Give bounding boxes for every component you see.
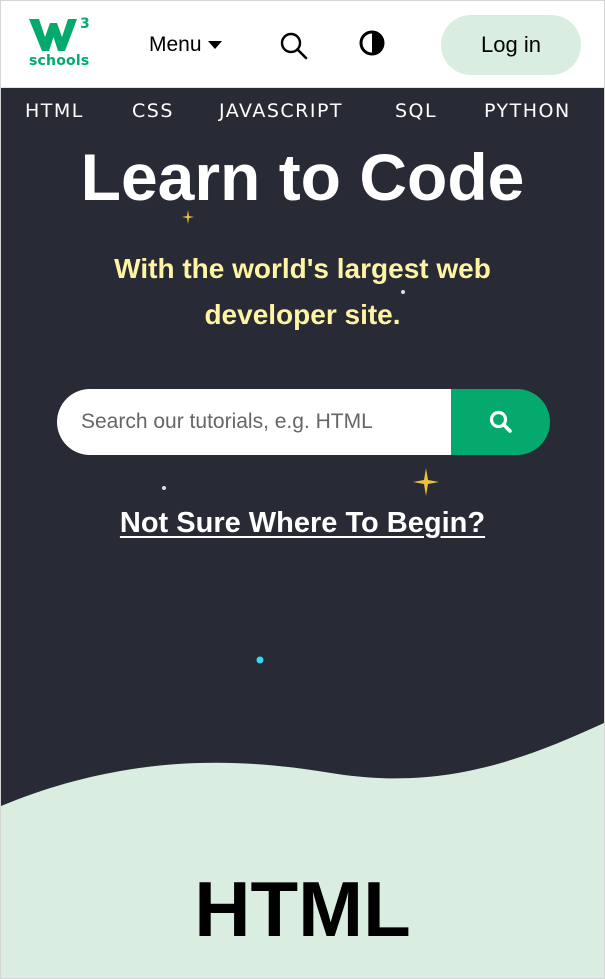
contrast-icon[interactable] [357, 28, 387, 58]
login-button[interactable]: Log in [441, 15, 581, 75]
topic-nav: HTML CSS JAVASCRIPT SQL PYTHON [1, 88, 604, 136]
search-icon[interactable] [277, 29, 311, 63]
nav-item-sql[interactable]: SQL [395, 100, 437, 122]
star-dot-icon [401, 290, 405, 294]
not-sure-where-to-begin-link[interactable]: Not Sure Where To Begin? [120, 507, 485, 539]
sparkle-icon [413, 468, 439, 496]
nav-item-python[interactable]: PYTHON [484, 100, 571, 122]
sparkle-icon [182, 210, 194, 224]
logo-text: schools [29, 53, 90, 69]
nav-item-css[interactable]: CSS [132, 100, 174, 122]
svg-text:3: 3 [80, 16, 90, 32]
menu-button[interactable]: Menu [149, 31, 222, 59]
search-submit-button[interactable] [451, 389, 550, 455]
hero-subtitle-line2: developer site. [204, 299, 401, 330]
page-frame: 3 schools Menu Log in HTML CSS JAVASCRIP… [0, 0, 605, 979]
star-dot-icon [162, 486, 166, 490]
begin-link-wrap: Not Sure Where To Begin? [1, 507, 604, 540]
w3-logo-mark-icon: 3 [29, 16, 90, 51]
hero-title: Learn to Code [80, 140, 525, 214]
top-bar: 3 schools Menu Log in [1, 1, 604, 88]
tutorial-search [57, 389, 550, 455]
hero-subtitle-line1: With the world's largest web [114, 253, 491, 284]
menu-label: Menu [149, 33, 202, 56]
hero-subtitle: With the world's largest web developer s… [81, 246, 524, 338]
search-input[interactable] [57, 389, 451, 455]
section-title: HTML [194, 865, 411, 953]
star-dot-icon [256, 656, 264, 664]
nav-item-javascript[interactable]: JAVASCRIPT [219, 100, 343, 122]
chevron-down-icon [207, 41, 222, 49]
search-icon [489, 410, 512, 433]
nav-item-html[interactable]: HTML [25, 100, 84, 122]
